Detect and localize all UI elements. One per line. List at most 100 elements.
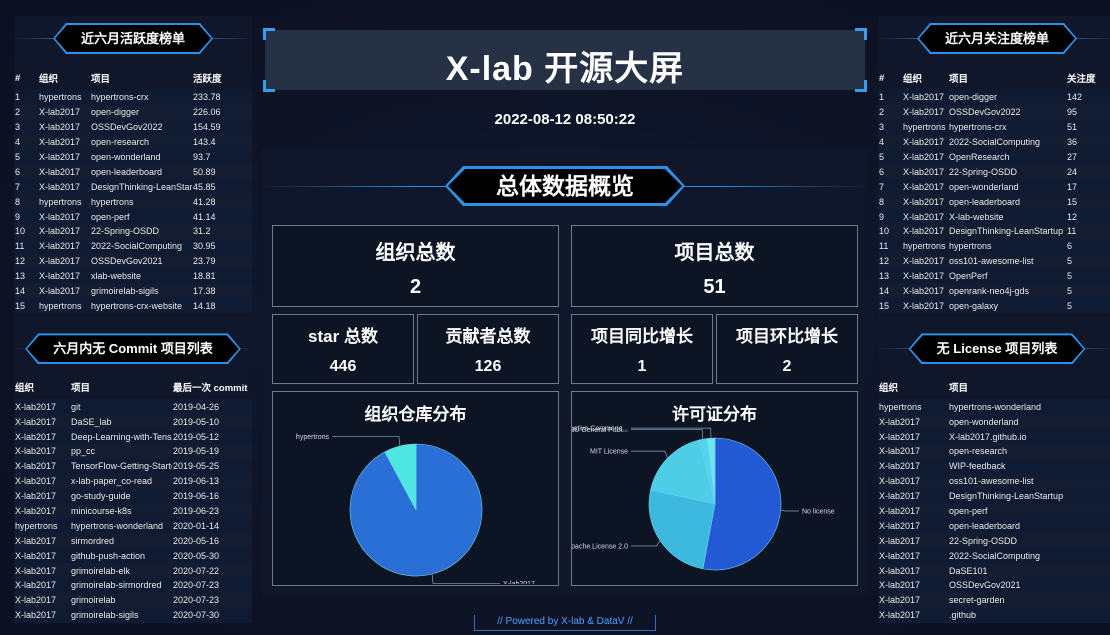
no-commit-cell: X-lab2017	[14, 399, 70, 415]
no-commit-row[interactable]: X-lab2017 grimoirelab-sigils 2020-07-30	[14, 607, 252, 623]
mom-growth-value: 2	[782, 358, 792, 375]
attention-rank-row[interactable]: 14 X-lab2017 openrank-neo4j-gds 5	[878, 283, 1110, 299]
no-license-row[interactable]: X-lab2017 DaSE101	[878, 563, 1110, 579]
activity-rank-row[interactable]: 12 X-lab2017 OSSDevGov2021 23.79	[14, 253, 252, 269]
no-commit-row[interactable]: X-lab2017 minicourse-k8s 2019-06-23	[14, 503, 252, 519]
no-license-cell: WIP-feedback	[948, 458, 1110, 474]
activity-rank-cell: 233.78	[192, 90, 252, 105]
no-commit-row[interactable]: X-lab2017 pp_cc 2019-05-19	[14, 444, 252, 459]
activity-rank-row[interactable]: 11 X-lab2017 2022-SocialComputing 30.95	[14, 238, 252, 254]
activity-rank-cell: 9	[14, 209, 38, 225]
no-commit-row[interactable]: X-lab2017 github-push-action 2020-05-30	[14, 548, 252, 564]
attention-rank-row[interactable]: 7 X-lab2017 open-wonderland 17	[878, 179, 1110, 195]
attention-rank-row[interactable]: 6 X-lab2017 22-Spring-OSDD 24	[878, 164, 1110, 180]
no-license-row[interactable]: X-lab2017 oss101-awesome-list	[878, 473, 1110, 489]
no-license-row[interactable]: X-lab2017 secret-garden	[878, 592, 1110, 608]
attention-rank-row[interactable]: 11 hypertrons hypertrons 6	[878, 238, 1110, 254]
activity-rank-cell: 41.28	[192, 194, 252, 210]
attention-rank-row[interactable]: 5 X-lab2017 OpenResearch 27	[878, 149, 1110, 165]
activity-rank-row[interactable]: 10 X-lab2017 22-Spring-OSDD 31.2	[14, 224, 252, 239]
no-license-cell: X-lab2017	[878, 578, 948, 593]
no-license-row[interactable]: X-lab2017 X-lab2017.github.io	[878, 429, 1110, 445]
attention-rank-row[interactable]: 9 X-lab2017 X-lab-website 12	[878, 209, 1110, 225]
attention-rank-row[interactable]: 1 X-lab2017 open-digger 142	[878, 90, 1110, 105]
no-license-cell: X-lab2017	[878, 533, 948, 549]
attention-rank-cell: 51	[1066, 119, 1110, 135]
title-banner: X-lab 开源大屏	[263, 28, 867, 92]
activity-rank-cell: DesignThinking-LeanStartup	[90, 179, 192, 195]
no-license-row[interactable]: X-lab2017 open-wonderland	[878, 414, 1110, 430]
attention-rank-cell: 7	[878, 179, 902, 195]
attention-rank-row[interactable]: 10 X-lab2017 DesignThinking-LeanStartup 11	[878, 224, 1110, 239]
attention-rank-cell: 22-Spring-OSDD	[948, 164, 1066, 180]
no-commit-row[interactable]: hypertrons hypertrons-wonderland 2020-01-1…	[14, 518, 252, 534]
no-license-row[interactable]: X-lab2017 .github	[878, 607, 1110, 623]
no-commit-row[interactable]: X-lab2017 TensorFlow-Getting-Started 2019-…	[14, 458, 252, 474]
no-commit-row[interactable]: X-lab2017 DaSE_lab 2019-05-10	[14, 414, 252, 430]
no-commit-row[interactable]: X-lab2017 grimoirelab-sirmordred 2020-07-2…	[14, 578, 252, 593]
activity-rank-row[interactable]: 2 X-lab2017 open-digger 226.06	[14, 104, 252, 120]
activity-rank-row[interactable]: 3 X-lab2017 OSSDevGov2022 154.59	[14, 119, 252, 135]
activity-rank-row[interactable]: 14 X-lab2017 grimoirelab-sigils 17.38	[14, 283, 252, 299]
activity-rank-row[interactable]: 1 hypertrons hypertrons-crx 233.78	[14, 90, 252, 105]
no-license-row[interactable]: X-lab2017 open-research	[878, 444, 1110, 459]
attention-rank-row[interactable]: 15 X-lab2017 open-galaxy 5	[878, 298, 1110, 314]
no-license-table: 组织 项目 hypertrons hypertrons-wonderland X-la…	[878, 375, 1110, 623]
no-license-row[interactable]: X-lab2017 22-Spring-OSDD	[878, 533, 1110, 549]
no-commit-table: 组织 项目 最后一次 commit X-lab2017 git 2019-04-26 X-…	[14, 375, 252, 623]
no-commit-cell: 2020-07-30	[172, 607, 252, 623]
activity-rank-row[interactable]: 8 hypertrons hypertrons 41.28	[14, 194, 252, 210]
no-license-row[interactable]: X-lab2017 OSSDevGov2021	[878, 578, 1110, 593]
activity-rank-column-header: 组织	[39, 74, 59, 85]
attention-rank-row[interactable]: 8 X-lab2017 open-leaderboard 15	[878, 194, 1110, 210]
attention-rank-row[interactable]: 12 X-lab2017 oss101-awesome-list 5	[878, 253, 1110, 269]
no-license-row[interactable]: X-lab2017 DesignThinking-LeanStartup	[878, 488, 1110, 504]
no-commit-row[interactable]: X-lab2017 x-lab-paper_co-read 2019-06-13	[14, 473, 252, 489]
attention-rank-cell: X-lab2017	[902, 149, 948, 165]
activity-rank-row[interactable]: 7X-lab2017DesignThinking-LeanStartup45.8…	[14, 179, 252, 195]
org-dist-title: 组织仓库分布	[364, 405, 467, 424]
contributor-total-card: 贡献者总数 126	[417, 314, 559, 384]
activity-rank-row[interactable]: 6 X-lab2017 open-leaderboard 50.89	[14, 164, 252, 180]
no-commit-row[interactable]: X-lab2017 sirmordred 2020-05-16	[14, 533, 252, 549]
no-commit-cell: 2020-01-14	[172, 518, 252, 534]
pie-label-line	[631, 450, 668, 459]
attention-rank-row[interactable]: 13 X-lab2017 OpenPerf 5	[878, 268, 1110, 284]
attention-rank-row[interactable]: 4 X-lab2017 2022-SocialComputing 36	[878, 134, 1110, 150]
no-commit-cell: X-lab2017	[14, 458, 70, 474]
no-commit-column-header: 最后一次 commit	[173, 383, 248, 395]
attention-rank-header: 近六月关注度榜单	[878, 16, 1110, 60]
activity-rank-row[interactable]: 5 X-lab2017 open-wonderland 93.7	[14, 149, 252, 165]
no-commit-cell: minicourse-k8s	[70, 503, 172, 519]
activity-rank-row[interactable]: 9 X-lab2017 open-perf 41.14	[14, 209, 252, 225]
no-license-row[interactable]: X-lab2017 2022-SocialComputing	[878, 548, 1110, 564]
overview-title: 总体数据概览	[448, 169, 682, 203]
activity-rank-row[interactable]: 4 X-lab2017 open-research 143.4	[14, 134, 252, 150]
no-commit-row[interactable]: X-lab2017 git 2019-04-26	[14, 399, 252, 415]
no-license-row[interactable]: hypertrons hypertrons-wonderland	[878, 399, 1110, 415]
no-commit-cell: 2019-04-26	[172, 399, 252, 415]
no-commit-row[interactable]: X-lab2017 grimoirelab-elk 2020-07-22	[14, 563, 252, 579]
activity-rank-row[interactable]: 13 X-lab2017 xlab-website 18.81	[14, 268, 252, 284]
no-license-row[interactable]: X-lab2017 WIP-feedback	[878, 458, 1110, 474]
activity-rank-cell: X-lab2017	[38, 134, 90, 150]
no-license-row[interactable]: X-lab2017 open-leaderboard	[878, 518, 1110, 534]
no-commit-row[interactable]: X-lab2017Deep-Learning-with-TensorFlow20…	[14, 429, 252, 445]
no-commit-row[interactable]: X-lab2017 grimoirelab 2020-07-23	[14, 592, 252, 608]
no-commit-cell: 2019-05-12	[172, 429, 252, 445]
attention-rank-row[interactable]: 3 hypertrons hypertrons-crx 51	[878, 119, 1110, 135]
no-commit-row[interactable]: X-lab2017 go-study-guide 2019-06-16	[14, 488, 252, 504]
attention-rank-cell: 10	[878, 224, 902, 239]
no-license-cell: open-research	[948, 444, 1110, 459]
yoy-growth-label: 项目同比增长	[591, 327, 693, 346]
activity-rank-cell: X-lab2017	[38, 253, 90, 269]
activity-rank-row[interactable]: 15 hypertrons hypertrons-crx-website 14.18	[14, 298, 252, 314]
no-license-cell: DesignThinking-LeanStartup	[948, 488, 1110, 504]
attention-rank-row[interactable]: 2 X-lab2017 OSSDevGov2022 95	[878, 104, 1110, 120]
attention-rank-cell: 1	[878, 90, 902, 105]
no-license-row[interactable]: X-lab2017 open-perf	[878, 503, 1110, 519]
activity-rank-cell: X-lab2017	[38, 164, 90, 180]
star-total-value: 446	[329, 358, 357, 375]
activity-rank-cell: hypertrons	[38, 194, 90, 210]
activity-rank-cell: 45.85	[192, 179, 252, 195]
